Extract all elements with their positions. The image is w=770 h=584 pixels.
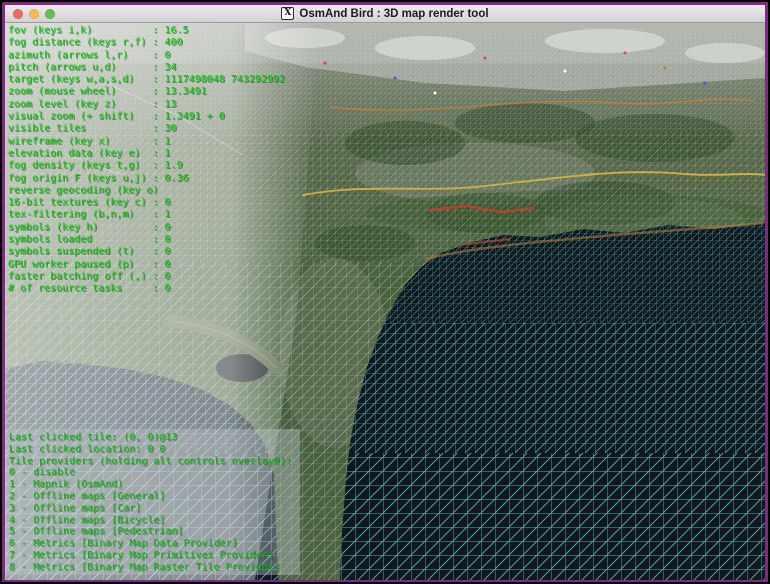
debug-hud-line: tex-filtering (b,n,m) : 1 — [8, 209, 285, 221]
maximize-button[interactable] — [45, 9, 55, 19]
debug-hud-line: elevation data (key e) : 1 — [8, 148, 285, 160]
status-panel-line: 3 - Offline maps [Car] — [9, 503, 300, 515]
status-panel-line: 2 - Offline maps [General] — [9, 491, 300, 503]
status-panel-line: 7 - Metrics [Binary Map Primitives Provi… — [9, 550, 300, 562]
window-title-group: X OsmAnd Bird : 3D map render tool — [5, 5, 765, 22]
x11-app-icon: X — [281, 7, 294, 20]
status-panel-line: 5 - Offline maps [Pedestrian] — [9, 526, 300, 538]
status-panel-line: Last clicked location: 0 0 — [9, 444, 300, 456]
debug-hud-line: zoom level (key z) : 13 — [8, 99, 285, 111]
debug-hud-line: pitch (arrows u,d) : 34 — [8, 62, 285, 74]
debug-hud-line: faster batching off (,) : 0 — [8, 271, 285, 283]
status-panel-line: Tile providers (holding alt controls ove… — [9, 456, 300, 468]
status-panel-line: 6 - Metrics [Binary Map Data Provider] — [9, 538, 300, 550]
debug-hud: fov (keys i,k) : 16.5fog distance (keys … — [8, 25, 285, 296]
debug-hud-line: symbols loaded : 0 — [8, 234, 285, 246]
debug-hud-line: zoom (mouse wheel) : 13.3491 — [8, 86, 285, 98]
window-titlebar: X OsmAnd Bird : 3D map render tool — [5, 5, 765, 23]
debug-hud-line: GPU worker paused (p) : 0 — [8, 259, 285, 271]
debug-hud-line: azimuth (arrows l,r) : 0 — [8, 50, 285, 62]
map-canvas[interactable]: fov (keys i,k) : 16.5fog distance (keys … — [5, 23, 765, 580]
debug-hud-line: 16-bit textures (key c) : 0 — [8, 197, 285, 209]
debug-hud-line: symbols suspended (t) : 0 — [8, 246, 285, 258]
debug-hud-line: reverse geocoding (key o) — [8, 185, 285, 197]
debug-hud-line: visual zoom (+ shift) : 1.3491 + 0 — [8, 111, 285, 123]
debug-hud-line: symbols (key h) : 0 — [8, 222, 285, 234]
status-panel-line: 1 - Mapnik (OsmAnd) — [9, 479, 300, 491]
app-window: X OsmAnd Bird : 3D map render tool — [2, 2, 768, 582]
status-panel-line: 8 - Metrics [Binary Map Raster Tile Prov… — [9, 562, 300, 574]
window-title: OsmAnd Bird : 3D map render tool — [299, 8, 488, 20]
debug-hud-line: fog density (keys t,g) : 1.9 — [8, 160, 285, 172]
status-panel-line: Last clicked tile: (0, 0)@13 — [9, 432, 300, 444]
minimize-button[interactable] — [29, 9, 39, 19]
debug-hud-line: fov (keys i,k) : 16.5 — [8, 25, 285, 37]
status-panel-line: 0 - disable — [9, 467, 300, 479]
status-panel: Last clicked tile: (0, 0)@13Last clicked… — [5, 429, 300, 575]
status-panel-line: 4 - Offline maps [Bicycle] — [9, 515, 300, 527]
debug-hud-line: wireframe (key x) : 1 — [8, 136, 285, 148]
debug-hud-line: target (keys w,a,s,d) : 1117498048 74329… — [8, 74, 285, 86]
debug-hud-line: # of resource tasks : 0 — [8, 283, 285, 295]
close-button[interactable] — [13, 9, 23, 19]
debug-hud-line: fog origin F (keys u,j) : 0.36 — [8, 173, 285, 185]
debug-hud-line: fog distance (keys r,f) : 400 — [8, 37, 285, 49]
traffic-lights — [13, 9, 55, 19]
debug-hud-line: visible tiles : 30 — [8, 123, 285, 135]
screenshot-root: { "window": { "title": "OsmAnd Bird : 3D… — [0, 0, 770, 584]
